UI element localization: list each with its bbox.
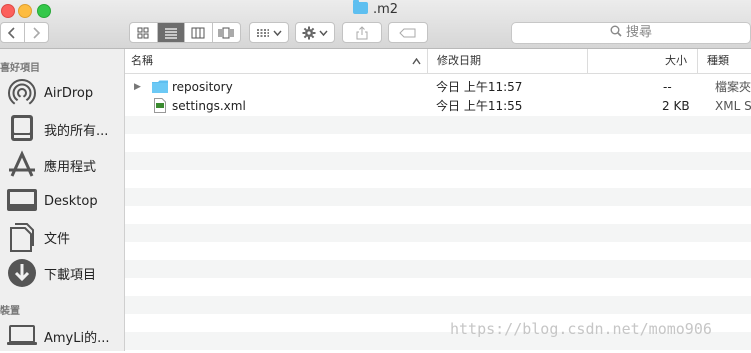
cover-flow-button[interactable] (213, 23, 240, 42)
column-header: 名稱 修改日期 大小 種類 (125, 49, 751, 74)
column-size-header[interactable]: 大小 (587, 49, 697, 73)
file-size: 2 KB (662, 99, 690, 113)
column-view-button[interactable] (185, 23, 213, 42)
column-modified-header[interactable]: 修改日期 (427, 49, 587, 73)
view-mode-switcher (129, 22, 241, 43)
sidebar-item-documents[interactable]: 文件 (5, 220, 70, 254)
disclosure-triangle-icon[interactable]: ▶ (134, 78, 141, 96)
sidebar-item-all-files[interactable]: 我的所有... (5, 112, 108, 146)
forward-button[interactable] (25, 23, 48, 42)
column-kind-header[interactable]: 種類 (697, 49, 751, 73)
back-forward-buttons (0, 22, 49, 43)
toolbar: .m2 搜尋 (0, 0, 751, 49)
column-name-header[interactable]: 名稱 (125, 49, 427, 73)
window-title: .m2 (0, 0, 751, 17)
desktop-icon (5, 185, 38, 218)
share-icon (356, 25, 368, 39)
empty-row (125, 116, 751, 134)
all-files-icon (5, 113, 38, 146)
documents-icon (5, 221, 38, 254)
file-modified: 今日 上午11:57 (436, 80, 523, 94)
tag-icon (399, 28, 416, 37)
chevron-down-icon (273, 30, 282, 36)
action-button[interactable] (295, 22, 335, 43)
downloads-icon (5, 257, 38, 290)
back-button[interactable] (1, 23, 25, 42)
grid-arrange-icon (257, 28, 269, 37)
sidebar-item-desktop[interactable]: Desktop (5, 184, 98, 218)
file-modified: 今日 上午11:55 (436, 99, 523, 113)
sidebar: 喜好項目 AirDrop 我的所有... 應用程式 Desktop 文件 下載項… (0, 49, 125, 351)
arrange-button[interactable] (249, 22, 289, 43)
icon-view-icon (137, 27, 149, 38)
empty-row (125, 296, 751, 314)
laptop-icon (5, 320, 38, 353)
file-kind: XML S (715, 99, 751, 113)
search-icon (610, 25, 622, 37)
file-kind: 檔案夾 (715, 80, 751, 94)
empty-row (125, 152, 751, 170)
sidebar-item-airdrop[interactable]: AirDrop (5, 76, 93, 110)
sort-ascending-icon (412, 58, 421, 65)
tag-button[interactable] (388, 22, 428, 43)
applications-icon (5, 149, 38, 182)
search-field[interactable]: 搜尋 (511, 22, 751, 44)
table-row[interactable]: ▶ repository 今日 上午11:57 -- 檔案夾 (125, 78, 751, 96)
empty-row (125, 224, 751, 242)
gear-icon (302, 26, 316, 39)
list-view-button[interactable] (157, 23, 185, 42)
empty-row (125, 260, 751, 278)
chevron-left-icon (8, 26, 15, 39)
sidebar-item-downloads[interactable]: 下載項目 (5, 256, 96, 290)
xml-file-icon (154, 98, 166, 118)
favorites-header: 喜好項目 (0, 63, 40, 74)
chevron-down-icon (319, 30, 328, 36)
list-view-icon (164, 27, 177, 39)
file-name: repository (172, 80, 233, 94)
table-row[interactable]: settings.xml 今日 上午11:55 2 KB XML S (125, 97, 751, 115)
airdrop-icon (5, 77, 38, 110)
watermark: https://blog.csdn.net/momo906 (450, 320, 712, 338)
chevron-right-icon (33, 26, 41, 39)
folder-icon (352, 0, 368, 14)
file-size: -- (663, 80, 672, 94)
devices-header: 裝置 (0, 306, 20, 317)
folder-icon (152, 80, 168, 98)
cover-flow-icon (218, 27, 234, 38)
column-view-icon (191, 27, 205, 38)
file-name: settings.xml (172, 99, 246, 113)
sidebar-item-device[interactable]: AmyLi的... (5, 319, 110, 353)
sidebar-item-applications[interactable]: 應用程式 (5, 148, 96, 182)
empty-row (125, 188, 751, 206)
share-button[interactable] (342, 22, 382, 43)
icon-view-button[interactable] (130, 23, 158, 42)
